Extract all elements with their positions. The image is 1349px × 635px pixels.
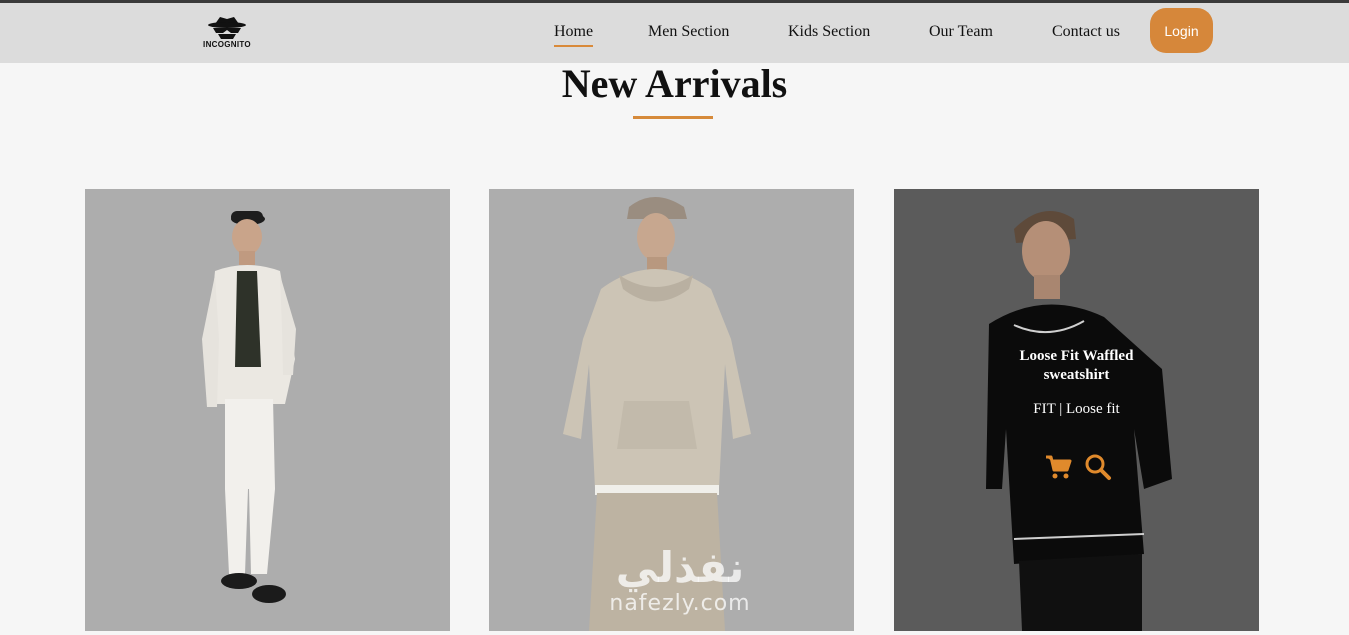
product-hover-subtitle: FIT | Loose fit: [1033, 401, 1120, 417]
nav-men-section[interactable]: Men Section: [648, 23, 729, 41]
brand-logo[interactable]: INCOGNITO: [193, 15, 261, 51]
product-hover-title: Loose Fit Waffled sweatshirt: [1019, 348, 1134, 383]
watermark-arabic: نفذلي: [615, 543, 745, 592]
nav-our-team[interactable]: Our Team: [929, 23, 993, 41]
brand-name: INCOGNITO: [203, 40, 251, 49]
product-image-white-outfit: [202, 211, 296, 603]
nav-contact-us[interactable]: Contact us: [1052, 23, 1120, 41]
product-action-icons: [1044, 453, 1114, 483]
section-title: New Arrivals: [561, 61, 788, 106]
nav-kids-section[interactable]: Kids Section: [788, 23, 870, 41]
title-underline: [633, 116, 713, 119]
site-header: INCOGNITO Home Men Section Kids Section …: [0, 3, 1349, 63]
login-button[interactable]: Login: [1150, 8, 1213, 53]
nav-home[interactable]: Home: [554, 23, 594, 47]
search-icon[interactable]: [1084, 453, 1112, 481]
product-card[interactable]: [85, 189, 450, 631]
watermark: نفذلي nafezly.com: [595, 545, 765, 617]
cart-icon[interactable]: [1044, 453, 1072, 481]
watermark-latin: nafezly.com: [609, 591, 751, 616]
product-card[interactable]: Loose Fit Waffled sweatshirt FIT | Loose…: [894, 189, 1259, 631]
incognito-spy-icon: [208, 17, 246, 39]
